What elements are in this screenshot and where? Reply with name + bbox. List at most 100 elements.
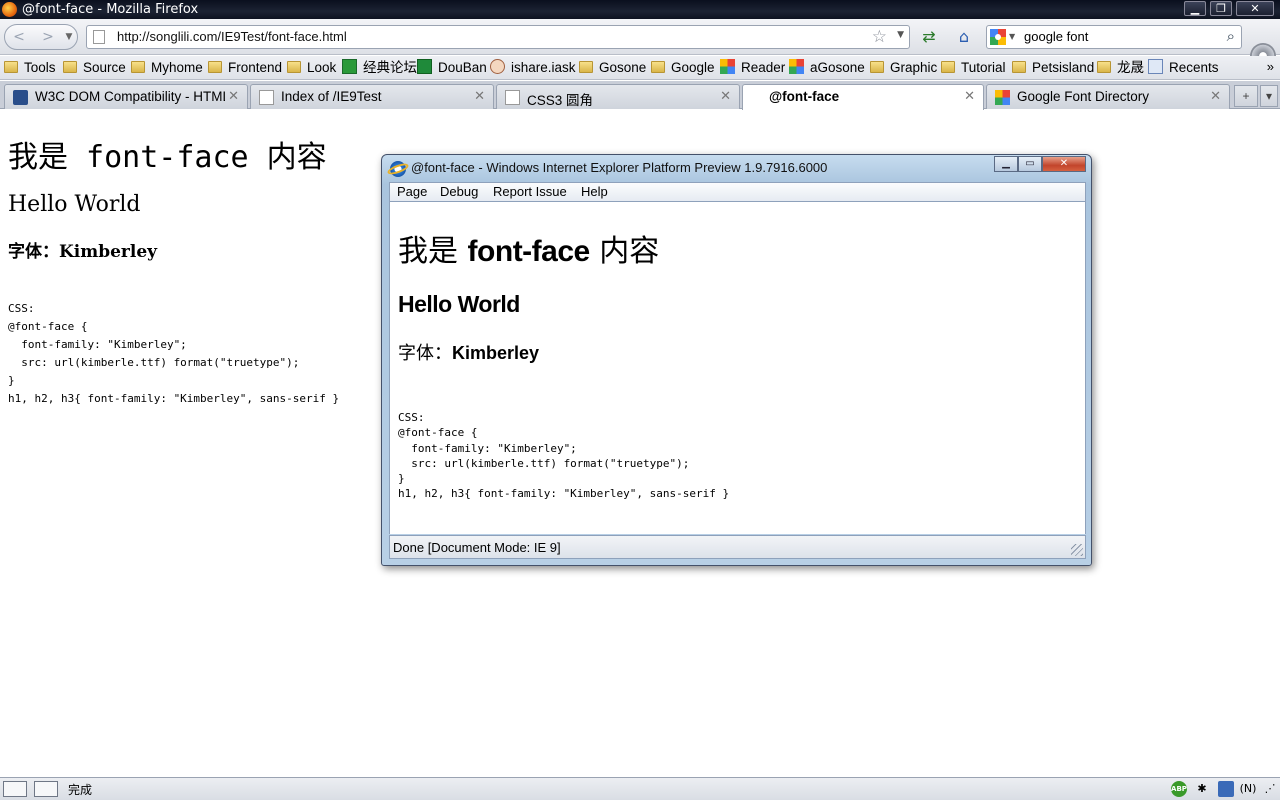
ie-heading-2: Hello World [398,291,520,317]
ie-page-content: 我是 font-face 内容 Hello World 字体：Kimberley… [389,202,1086,534]
folder-icon [870,61,884,73]
list-all-tabs-button[interactable]: ▾ [1260,85,1278,107]
ie-minimize-button[interactable]: ▁ [994,156,1018,172]
ie-window-title: @font-face - Windows Internet Explorer P… [411,160,828,175]
tab-label: Index of /IE9Test [281,89,382,104]
bookmark-item[interactable]: Tutorial [941,59,1006,77]
w3c-icon [13,90,28,105]
tab-google-font-directory[interactable]: Google Font Directory ✕ [986,84,1230,109]
search-bar[interactable]: ▼ google font ⌕ [986,25,1242,49]
close-tab-icon[interactable]: ✕ [1210,88,1221,104]
window-titlebar: @font-face - Mozilla Firefox ▁ ❐ ✕ [0,0,1280,19]
close-button[interactable]: ✕ [1236,1,1274,16]
css-code-block: CSS: @font-face { font-family: "Kimberley… [8,300,339,408]
bookmark-item[interactable]: DouBan [417,59,487,77]
language-indicator[interactable]: (N) [1238,781,1258,797]
bookmark-item[interactable]: aGosone [789,59,865,77]
home-icon[interactable]: ⌂ [953,27,975,49]
menu-debug[interactable]: Debug [440,184,478,199]
bookmark-item[interactable]: 经典论坛 [342,59,417,77]
ie-menu-bar: Page Debug Report Issue Help [389,182,1086,202]
folder-icon [1097,61,1111,73]
google-search-icon[interactable] [990,29,1006,45]
minimize-button[interactable]: ▁ [1184,1,1206,16]
page-icon [505,90,520,105]
bookmark-item[interactable]: Look [287,59,336,77]
tab-w3c-dom[interactable]: W3C DOM Compatibility - HTML ✕ [4,84,248,109]
bookmark-star-icon[interactable]: ☆ [872,27,887,47]
edit-icon[interactable] [34,781,58,797]
code-line: font-family: "Kimberley"; [398,441,577,455]
bookmark-item[interactable]: Reader [720,59,785,77]
resize-grip-icon[interactable] [1071,544,1083,556]
bookmarks-toolbar: Tools Source Myhome Frontend Look 经典论坛 D… [0,56,1280,80]
code-line: h1, h2, h3{ font-family: "Kimberley", sa… [8,392,340,405]
tab-font-face[interactable]: @font-face ✕ [742,84,984,110]
bookmark-item[interactable]: Myhome [131,59,203,77]
folder-icon [287,61,301,73]
douban-icon [417,59,432,74]
code-line: @font-face { [398,426,478,440]
bookmark-item[interactable]: ishare.iask [490,59,576,77]
close-tab-icon[interactable]: ✕ [228,88,239,104]
folder-icon [651,61,665,73]
bookmark-item[interactable]: Recents [1148,59,1219,77]
bookmark-item[interactable]: Tools [4,59,56,77]
ie-css-code-block: CSS: @font-face { font-family: "Kimberley… [398,410,729,502]
tab-css3-rounded[interactable]: CSS3 圆角 ✕ [496,84,740,109]
ishare-icon [490,59,505,74]
forward-button[interactable]: > [37,26,59,48]
tab-label: Google Font Directory [1017,89,1150,104]
back-button[interactable]: < [7,26,31,48]
new-tab-button[interactable]: + [1234,85,1258,107]
adblock-icon[interactable]: ABP [1171,781,1187,797]
ie-status-text: Done [Document Mode: IE 9] [393,540,561,555]
close-tab-icon[interactable]: ✕ [720,88,731,104]
code-line: } [398,472,405,486]
firefox-icon [2,2,17,17]
bookmark-item[interactable]: Petsisland [1012,59,1094,77]
folder-icon [941,61,955,73]
bookmark-item[interactable]: Frontend [208,59,282,77]
bug-icon[interactable]: ✱ [1194,781,1210,797]
bookmark-item[interactable]: Gosone [579,59,646,77]
menu-help[interactable]: Help [581,184,608,199]
bookmark-item[interactable]: Graphic [870,59,937,77]
resize-grip-icon: ⋰ [1264,782,1276,795]
notes-icon[interactable] [1218,781,1234,797]
code-line: CSS: [398,411,425,424]
history-dropdown-icon[interactable]: ▼ [63,26,75,48]
code-line: src: url(kimberle.ttf) format("truetype"… [398,456,690,470]
sync-icon[interactable]: ⇄ [918,27,940,49]
page-icon [259,90,274,105]
close-tab-icon[interactable]: ✕ [964,88,975,104]
tab-label: W3C DOM Compatibility - HTML [35,89,225,104]
page-heading-3: 字体：Kimberley [8,242,158,262]
ie-preview-window[interactable]: @font-face - Windows Internet Explorer P… [381,154,1092,566]
folder-icon [579,61,593,73]
search-icon[interactable]: ⌕ [1227,27,1235,45]
folder-icon [1012,61,1026,73]
restore-button[interactable]: ❐ [1210,1,1232,16]
tab-index-ie9test[interactable]: Index of /IE9Test ✕ [250,84,494,109]
ie-heading-3: 字体：Kimberley [398,343,540,364]
folder-icon [63,61,77,73]
bookmarks-overflow-button[interactable]: » [1267,59,1274,74]
bookmark-item[interactable]: 龙晟 [1097,59,1144,77]
code-line: src: url(kimberle.ttf) format("truetype"… [8,356,300,369]
menu-page[interactable]: Page [397,184,427,199]
search-engine-dropdown-icon[interactable]: ▼ [1009,32,1015,41]
url-dropdown-icon[interactable]: ▼ [897,30,904,40]
bookmark-item[interactable]: Google [651,59,715,77]
bookmark-item[interactable]: Source [63,59,126,77]
ie-maximize-button[interactable]: ▭ [1018,156,1042,172]
menu-report-issue[interactable]: Report Issue [493,184,567,199]
search-input[interactable]: google font [1024,29,1088,44]
url-bar[interactable]: http://songlili.com/IE9Test/font-face.ht… [86,25,910,49]
close-tab-icon[interactable]: ✕ [474,88,485,104]
ie-close-button[interactable]: ✕ [1042,156,1086,172]
keyboard-icon[interactable] [3,781,27,797]
recents-icon [1148,59,1163,74]
tab-bar: W3C DOM Compatibility - HTML ✕ Index of … [0,81,1280,110]
url-text[interactable]: http://songlili.com/IE9Test/font-face.ht… [117,29,347,44]
